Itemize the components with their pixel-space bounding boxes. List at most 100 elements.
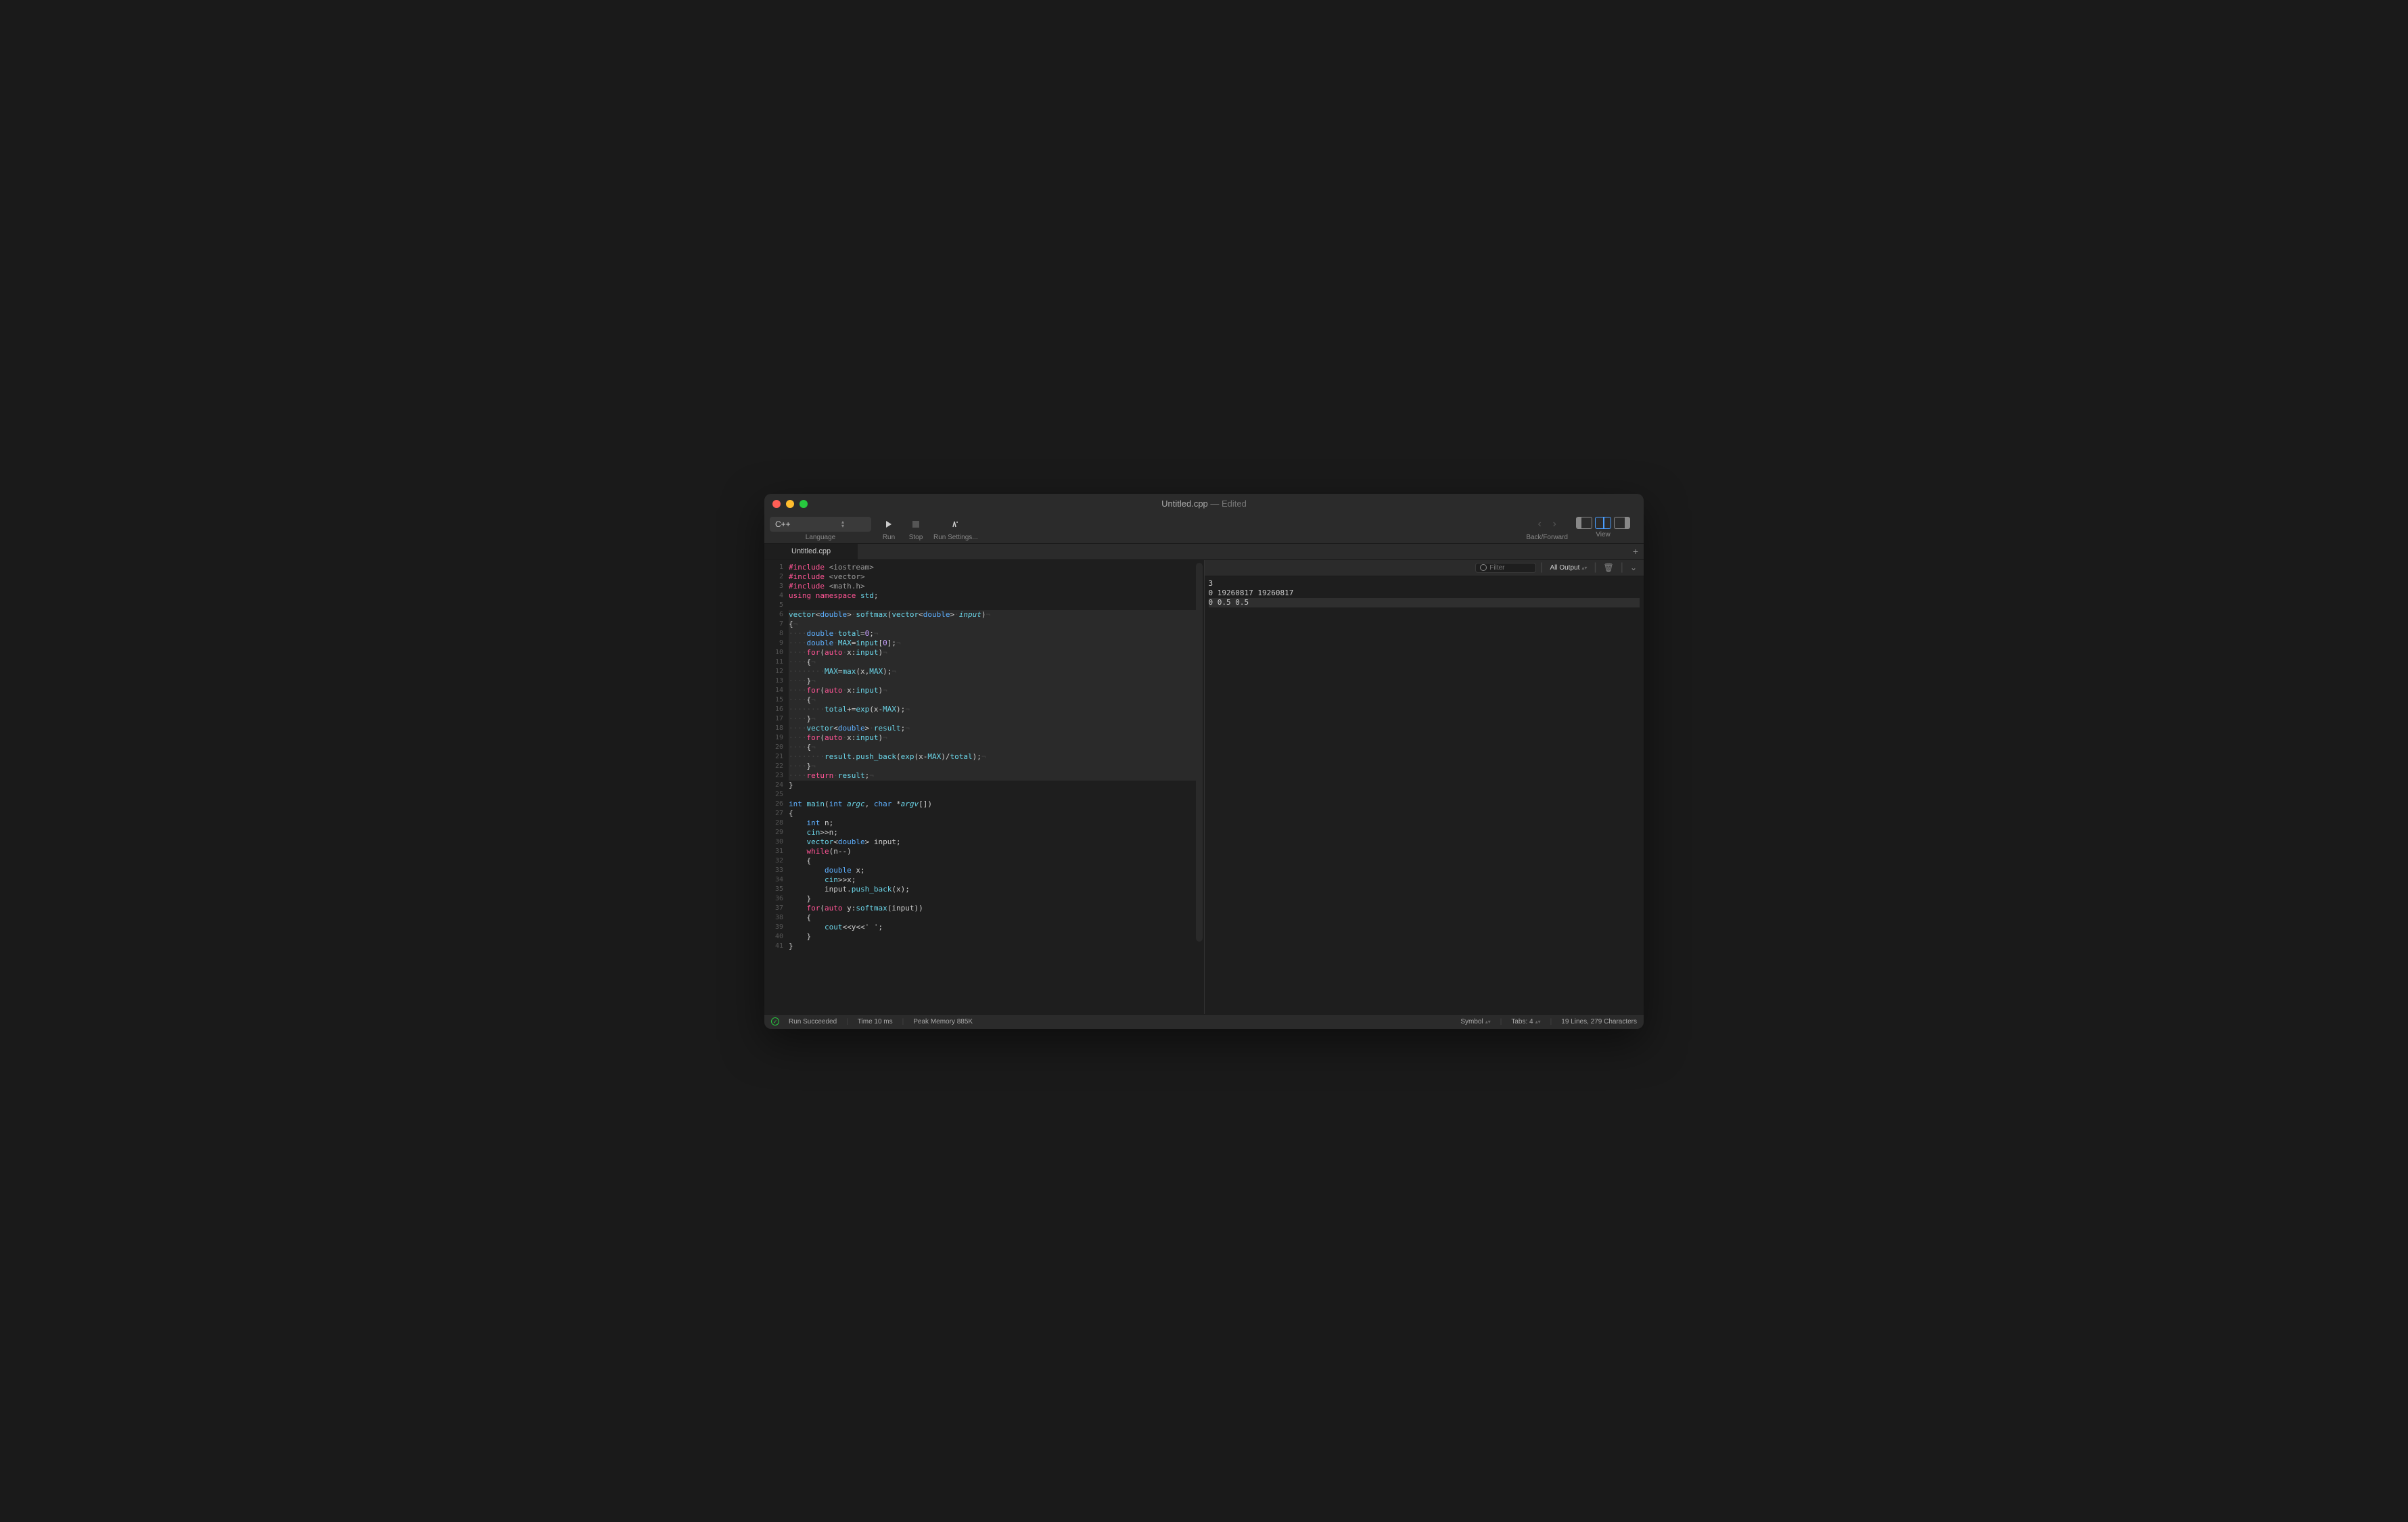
new-tab-button[interactable]: + [1633, 546, 1638, 557]
code-line[interactable]: ····vector<double>·result;¬ [789, 724, 1204, 733]
code-line[interactable]: ········MAX=max(x,MAX);¬ [789, 667, 1204, 676]
editor-pane[interactable]: 1234567891011121314151617181920212223242… [764, 560, 1204, 1014]
line-number: 2 [764, 572, 789, 582]
code-line[interactable]: ········result.push_back(exp(x-MAX)/tota… [789, 752, 1204, 762]
line-number: 35 [764, 885, 789, 894]
code-line[interactable]: vector<double> input; [789, 837, 1204, 847]
line-number: 33 [764, 866, 789, 875]
line-number: 25 [764, 790, 789, 800]
output-filter[interactable] [1475, 563, 1536, 573]
code-line[interactable]: ····for(auto·x:input)¬ [789, 648, 1204, 658]
window-title: Untitled.cpp — Edited [1161, 499, 1247, 509]
line-number: 17 [764, 714, 789, 724]
code-line[interactable]: ····double·total=0;¬ [789, 629, 1204, 639]
line-number: 21 [764, 752, 789, 762]
line-number: 15 [764, 695, 789, 705]
line-number: 28 [764, 818, 789, 828]
code-line[interactable]: ········total+=exp(x-MAX);¬ [789, 705, 1204, 714]
line-number: 34 [764, 875, 789, 885]
code-line[interactable]: #include <vector> [789, 572, 1204, 582]
language-select[interactable]: C++▴▾ [770, 517, 871, 532]
code-line[interactable]: int main(int argc, char *argv[]) [789, 800, 1204, 809]
run-settings-button[interactable] [946, 517, 965, 532]
forward-button[interactable]: › [1548, 517, 1561, 532]
code-line[interactable]: #include <iostream> [789, 563, 1204, 572]
code-line[interactable]: ····{¬ [789, 658, 1204, 667]
code-line[interactable]: { [789, 809, 1204, 818]
code-line[interactable]: ····for(auto·x:input)¬ [789, 686, 1204, 695]
code-editor[interactable]: #include <iostream>#include <vector>#inc… [789, 560, 1204, 1014]
code-line[interactable]: #include <math.h> [789, 582, 1204, 591]
code-line[interactable]: } [789, 894, 1204, 904]
view-left-panel-button[interactable] [1576, 517, 1592, 529]
code-line[interactable]: {¬ [789, 620, 1204, 629]
code-line[interactable]: cin>>x; [789, 875, 1204, 885]
status-time: Time 10 ms [858, 1018, 893, 1025]
stop-button[interactable] [906, 517, 925, 532]
backforward-label: Back/Forward [1526, 534, 1568, 541]
code-line[interactable]: } [789, 781, 1204, 790]
code-line[interactable]: ····double·MAX=input[0];¬ [789, 639, 1204, 648]
code-line[interactable]: input.push_back(x); [789, 885, 1204, 894]
line-number: 9 [764, 639, 789, 648]
line-number: 31 [764, 847, 789, 856]
titlebar[interactable]: Untitled.cpp — Edited [764, 494, 1644, 514]
line-number: 6 [764, 610, 789, 620]
line-number: 19 [764, 733, 789, 743]
code-line[interactable]: } [789, 932, 1204, 942]
status-symbol[interactable]: Symbol▴▾ [1460, 1018, 1490, 1025]
line-number: 8 [764, 629, 789, 639]
minimize-icon[interactable] [786, 500, 794, 508]
code-line[interactable] [789, 790, 1204, 800]
line-number: 4 [764, 591, 789, 601]
code-line[interactable]: { [789, 856, 1204, 866]
code-line[interactable]: ····}¬ [789, 762, 1204, 771]
line-number: 13 [764, 676, 789, 686]
code-line[interactable]: vector<double>·softmax(vector<double>·in… [789, 610, 1204, 620]
code-line[interactable]: cout<<y<<' '; [789, 923, 1204, 932]
tabbar: Untitled.cpp + [764, 544, 1644, 560]
line-number: 7 [764, 620, 789, 629]
code-line[interactable]: ····}¬ [789, 676, 1204, 686]
tab-untitled[interactable]: Untitled.cpp [764, 544, 858, 559]
chevron-down-icon[interactable]: ⌄ [1627, 563, 1640, 572]
view-right-panel-button[interactable] [1614, 517, 1630, 529]
status-lines: 19 Lines, 279 Characters [1561, 1018, 1637, 1025]
output-body[interactable]: 30 19260817 192608170 0.5 0.5 [1205, 576, 1644, 1014]
view-dual-panel-button[interactable] [1595, 517, 1611, 529]
close-icon[interactable] [772, 500, 781, 508]
filter-input[interactable] [1489, 564, 1523, 572]
line-number: 11 [764, 658, 789, 667]
code-line[interactable]: ····{¬ [789, 743, 1204, 752]
statusbar: ✓ Run Succeeded | Time 10 ms | Peak Memo… [764, 1014, 1644, 1029]
line-number: 16 [764, 705, 789, 714]
line-number: 10 [764, 648, 789, 658]
line-number: 24 [764, 781, 789, 790]
output-mode-select[interactable]: All Output▴▾ [1547, 564, 1590, 572]
status-tabs[interactable]: Tabs: 4▴▾ [1511, 1018, 1540, 1025]
code-line[interactable]: double x; [789, 866, 1204, 875]
code-line[interactable]: ····return·result;¬ [789, 771, 1204, 781]
code-line[interactable]: ····}¬ [789, 714, 1204, 724]
code-line[interactable]: ····for(auto·x:input)¬ [789, 733, 1204, 743]
back-button[interactable]: ‹ [1533, 517, 1546, 532]
stop-label: Stop [909, 534, 923, 541]
code-line[interactable] [789, 601, 1204, 610]
line-number: 1 [764, 563, 789, 572]
success-icon: ✓ [771, 1017, 779, 1025]
line-number: 29 [764, 828, 789, 837]
code-line[interactable]: int n; [789, 818, 1204, 828]
maximize-icon[interactable] [800, 500, 808, 508]
line-number: 5 [764, 601, 789, 610]
code-line[interactable]: { [789, 913, 1204, 923]
code-line[interactable]: for(auto y:softmax(input)) [789, 904, 1204, 913]
run-button[interactable] [879, 517, 898, 532]
code-line[interactable]: while(n--) [789, 847, 1204, 856]
line-number: 30 [764, 837, 789, 847]
code-line[interactable]: cin>>n; [789, 828, 1204, 837]
code-line[interactable]: using namespace std; [789, 591, 1204, 601]
code-line[interactable]: ····{¬ [789, 695, 1204, 705]
trash-icon[interactable]: 🗑 [1601, 563, 1617, 572]
code-line[interactable]: } [789, 942, 1204, 951]
filter-icon [1480, 564, 1487, 571]
